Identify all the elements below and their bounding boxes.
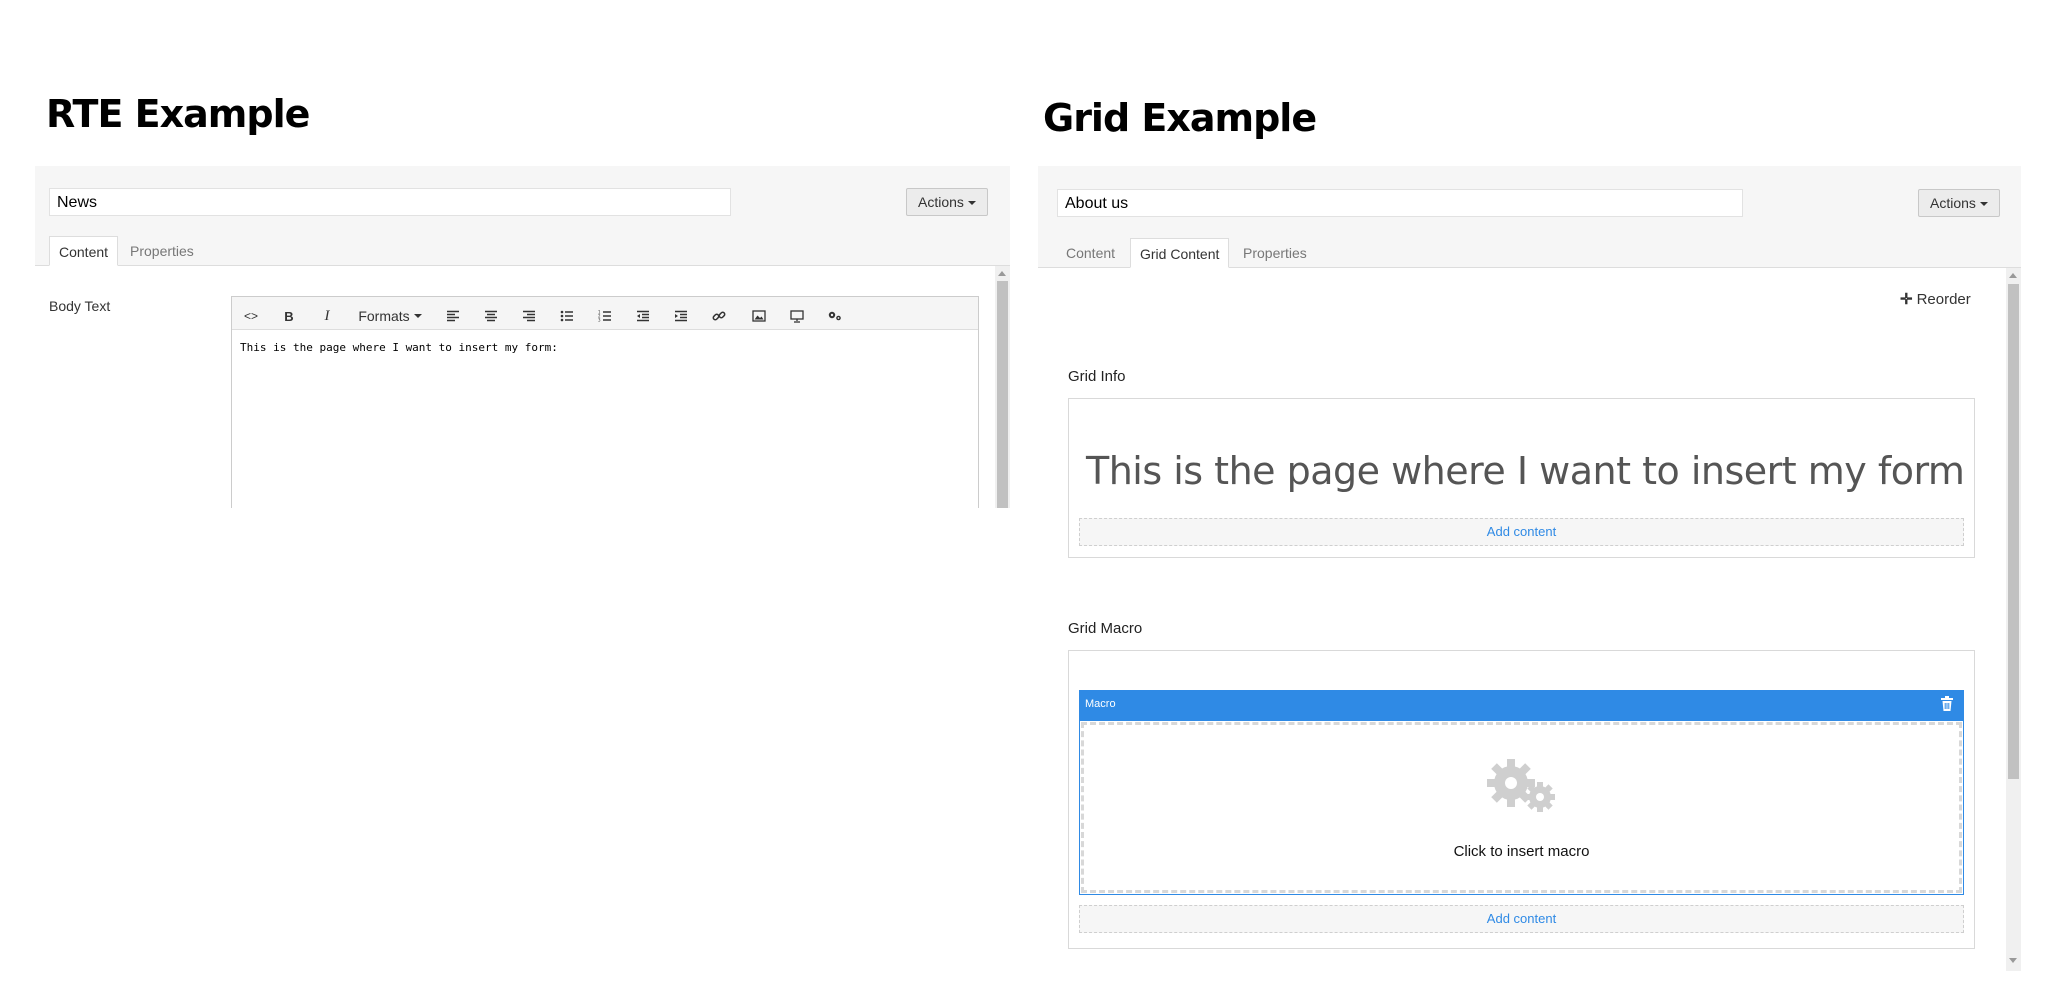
- align-left-icon[interactable]: [440, 305, 466, 327]
- rte-actions-button[interactable]: Actions: [906, 188, 988, 216]
- rte-scroll-thumb[interactable]: [997, 281, 1008, 508]
- grid-actions-label: Actions: [1930, 195, 1976, 211]
- grid-scroll-thumb[interactable]: [2008, 284, 2019, 779]
- grid-tab-content[interactable]: Content: [1057, 238, 1124, 268]
- grid-info-label: Grid Info: [1068, 368, 1126, 385]
- macro-gears-icon[interactable]: [822, 305, 848, 327]
- grid-macro-label: Grid Macro: [1068, 620, 1143, 637]
- trash-icon[interactable]: [1941, 696, 1955, 712]
- grid-content-area: ✛ Reorder Grid Info This is the page wher…: [1038, 268, 2021, 971]
- reorder-label: Reorder: [1916, 291, 1971, 308]
- formats-chevron-down-icon: [413, 314, 422, 318]
- image-icon[interactable]: [746, 305, 772, 327]
- grid-info-add-content-button[interactable]: Add content: [1079, 518, 1964, 546]
- insert-macro-text: Click to insert macro: [1453, 843, 1590, 860]
- indent-icon[interactable]: [668, 305, 694, 327]
- grid-info-box: This is the page where I want to insert …: [1068, 398, 1975, 558]
- rte-tab-properties[interactable]: Properties: [121, 236, 203, 266]
- grid-macro-add-content-button[interactable]: Add content: [1079, 905, 1964, 933]
- rte-tab-properties-label: Properties: [130, 243, 194, 259]
- rte-editor: <> B I Formats 123 This is the page wher…: [231, 296, 979, 508]
- grid-actions-button[interactable]: Actions: [1918, 189, 2000, 217]
- grid-tab-grid-content-label: Grid Content: [1140, 246, 1220, 262]
- rte-content-area: Body Text <> B I Formats 1 2 3 This is t…: [35, 266, 1010, 508]
- formats-label: Formats: [358, 308, 410, 324]
- rte-tab-content-label: Content: [59, 244, 109, 260]
- formats-dropdown[interactable]: Formats: [354, 305, 426, 327]
- grid-tab-content-label: Content: [1066, 245, 1116, 261]
- rte-actions-label: Actions: [918, 194, 964, 210]
- grid-scroll-up-icon[interactable]: [2009, 273, 2017, 278]
- bold-icon[interactable]: B: [276, 305, 302, 327]
- chevron-down-icon: [967, 201, 976, 206]
- rte-scroll-up-icon[interactable]: [998, 271, 1006, 276]
- macro-insert-area[interactable]: Click to insert macro: [1079, 720, 1964, 895]
- grid-info-text[interactable]: This is the page where I want to insert …: [1086, 449, 1965, 493]
- rte-tab-content[interactable]: Content: [49, 236, 119, 266]
- grid-scroll-down-icon[interactable]: [2009, 958, 2017, 963]
- grid-heading: Grid Example: [1043, 96, 1317, 140]
- link-icon[interactable]: [706, 305, 732, 327]
- align-center-icon[interactable]: [478, 305, 504, 327]
- rte-toolbar: <> B I Formats 123: [232, 297, 978, 330]
- grid-name-input[interactable]: About us: [1057, 189, 1743, 217]
- rte-property-label: Body Text: [49, 298, 111, 314]
- italic-icon[interactable]: I: [314, 305, 340, 327]
- grid-tab-properties-label: Properties: [1243, 245, 1307, 261]
- rte-editor-panel: News Actions Content Properties Body Tex…: [35, 166, 1010, 508]
- grid-tab-properties[interactable]: Properties: [1234, 238, 1316, 268]
- grid-chevron-down-icon: [1979, 202, 1988, 207]
- outdent-icon[interactable]: [630, 305, 656, 327]
- svg-text:3: 3: [598, 318, 601, 323]
- bullet-list-icon[interactable]: [554, 305, 580, 327]
- macro-bar[interactable]: Macro: [1079, 690, 1964, 720]
- reorder-button[interactable]: ✛ Reorder: [1900, 290, 1971, 308]
- rte-name-input[interactable]: News: [49, 188, 731, 216]
- rte-body-text[interactable]: This is the page where I want to insert …: [240, 341, 558, 354]
- align-right-icon[interactable]: [516, 305, 542, 327]
- source-code-icon[interactable]: <>: [238, 305, 264, 327]
- macro-bar-label: Macro: [1085, 698, 1116, 710]
- numbered-list-icon[interactable]: 123: [592, 305, 618, 327]
- gears-icon: [1487, 759, 1559, 815]
- reorder-move-icon: ✛: [1900, 291, 1913, 308]
- grid-tab-grid-content[interactable]: Grid Content: [1130, 238, 1230, 268]
- rte-heading: RTE Example: [46, 92, 310, 136]
- embed-icon[interactable]: [784, 305, 810, 327]
- grid-macro-box: Macro Click to insert macro Add content: [1068, 650, 1975, 949]
- grid-editor-panel: About us Actions Content Grid Content Pr…: [1038, 166, 2021, 971]
